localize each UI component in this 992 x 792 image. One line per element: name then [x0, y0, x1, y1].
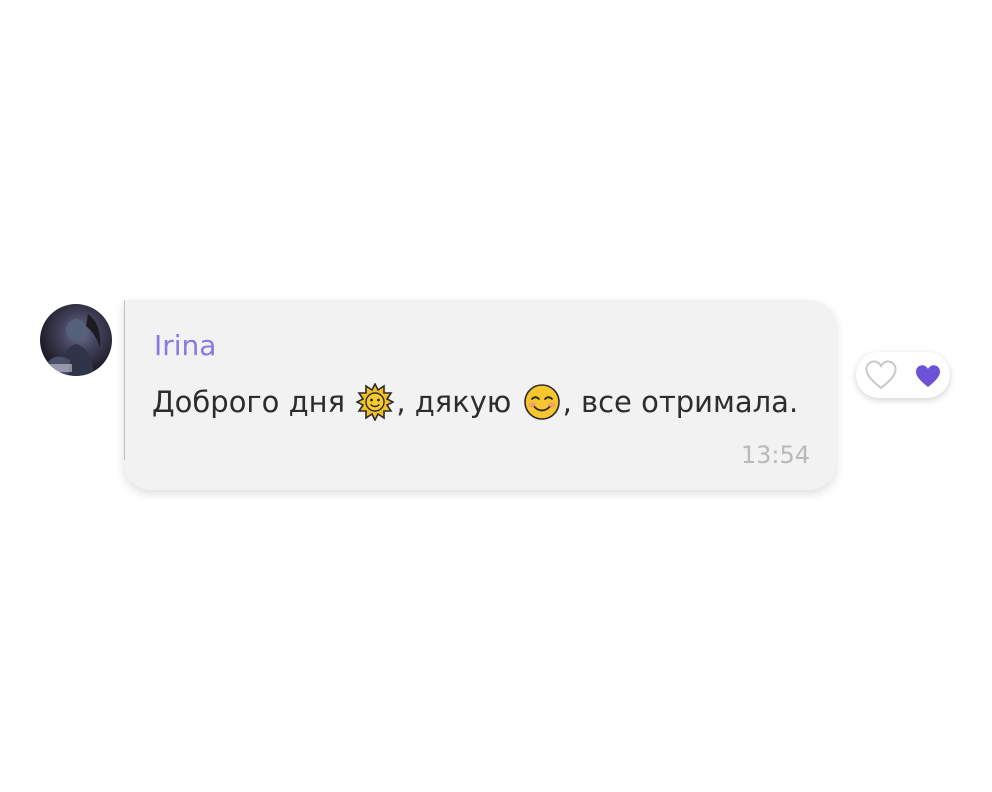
heart-filled-icon[interactable] [914, 363, 942, 389]
message-text-part-2: , дякую [396, 385, 521, 419]
message-bubble[interactable]: Irina Доброго дня , дякую , все отримала… [124, 300, 836, 490]
message-timestamp: 13:54 [740, 441, 810, 469]
sender-name[interactable]: Irina [154, 328, 216, 364]
avatar-photo-icon [46, 314, 101, 376]
message-text-part-1: Доброго дня [152, 385, 355, 419]
smiling-face-icon [523, 383, 561, 421]
chat-stage: Irina Доброго дня , дякую , все отримала… [0, 0, 992, 792]
message-text-part-3: , все отримала. [562, 385, 799, 419]
avatar[interactable] [40, 304, 112, 376]
message-text: Доброго дня , дякую , все отримала. [152, 382, 798, 422]
reaction-bar [856, 352, 950, 398]
heart-outline-icon[interactable] [864, 359, 898, 391]
sun-with-face-icon [356, 383, 395, 421]
